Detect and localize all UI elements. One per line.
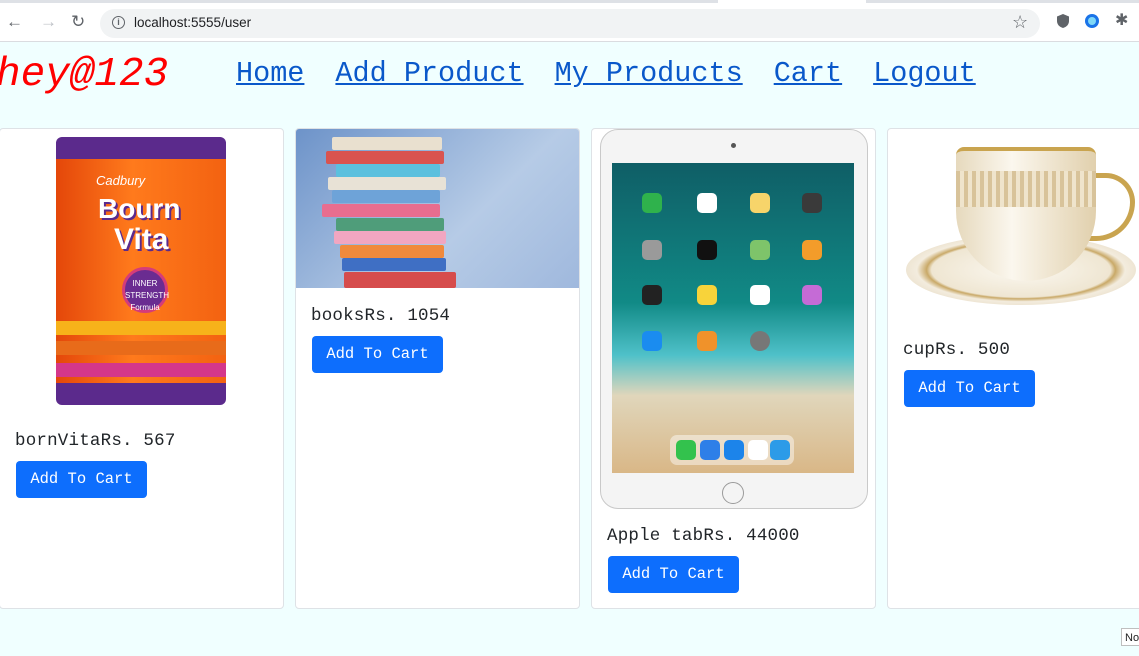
forward-arrow-icon[interactable]: → bbox=[40, 12, 57, 32]
pack-badge: INNER STRENGTH Formula bbox=[122, 267, 169, 313]
product-image-teacup bbox=[902, 139, 1139, 309]
product-image-ipad bbox=[600, 129, 868, 509]
globe-icon[interactable] bbox=[1085, 14, 1099, 28]
nav-link-cart[interactable]: Cart bbox=[774, 57, 842, 91]
nav-link-home[interactable]: Home bbox=[236, 57, 304, 91]
product-info: booksRs. 1054 bbox=[311, 305, 450, 327]
tab-strip bbox=[0, 0, 1139, 3]
pack-brand-small: Cadbury bbox=[96, 173, 146, 188]
product-card: Cadbury Bourn Vita INNER STRENGTH Formul… bbox=[0, 128, 284, 609]
product-name-price: cupRs. 500 bbox=[903, 340, 1011, 360]
site-brand[interactable]: hey@123 bbox=[0, 50, 168, 100]
product-card: booksRs. 1054 Add To Cart bbox=[295, 128, 580, 609]
puzzle-icon[interactable]: ✱ bbox=[1115, 13, 1131, 29]
product-name-price: bornVitaRs. 567 bbox=[15, 431, 176, 451]
nav-link-add-product[interactable]: Add Product bbox=[335, 57, 523, 91]
add-to-cart-button[interactable]: Add To Cart bbox=[608, 556, 739, 593]
address-bar[interactable]: i localhost:5555/user ☆ bbox=[100, 9, 1040, 38]
pack-brand-line2: Vita bbox=[114, 223, 169, 256]
shield-icon[interactable] bbox=[1055, 13, 1071, 29]
info-icon[interactable]: i bbox=[112, 16, 125, 29]
add-to-cart-button[interactable]: Add To Cart bbox=[904, 370, 1035, 407]
add-to-cart-button[interactable]: Add To Cart bbox=[312, 336, 443, 373]
nav-link-logout[interactable]: Logout bbox=[873, 57, 976, 91]
product-info: bornVitaRs. 567 bbox=[15, 430, 176, 452]
product-image-books bbox=[296, 129, 579, 288]
url-text[interactable]: localhost:5555/user bbox=[134, 15, 251, 30]
status-tooltip: No bbox=[1121, 628, 1139, 646]
product-info: cupRs. 500 bbox=[903, 339, 1010, 361]
product-name-price: Apple tabRs. 44000 bbox=[607, 526, 800, 546]
back-arrow-icon[interactable]: ← bbox=[6, 12, 23, 32]
product-image-bournvita: Cadbury Bourn Vita INNER STRENGTH Formul… bbox=[56, 137, 226, 405]
product-info: Apple tabRs. 44000 bbox=[607, 525, 800, 547]
product-name-price: booksRs. 1054 bbox=[311, 306, 451, 326]
add-to-cart-button[interactable]: Add To Cart bbox=[16, 461, 147, 498]
pack-brand-line1: Bourn bbox=[98, 193, 181, 224]
reload-icon[interactable]: ↻ bbox=[71, 12, 85, 32]
product-card: cupRs. 500 Add To Cart bbox=[887, 128, 1139, 609]
product-card: Apple tabRs. 44000 Add To Cart bbox=[591, 128, 876, 609]
nav-link-my-products[interactable]: My Products bbox=[555, 57, 743, 91]
star-icon[interactable]: ☆ bbox=[1012, 12, 1028, 33]
main-nav: Home Add Product My Products Cart Logout bbox=[236, 57, 1007, 91]
browser-toolbar: ← → ↻ i localhost:5555/user ☆ ✱ bbox=[0, 0, 1139, 42]
active-tab[interactable] bbox=[718, 0, 866, 3]
